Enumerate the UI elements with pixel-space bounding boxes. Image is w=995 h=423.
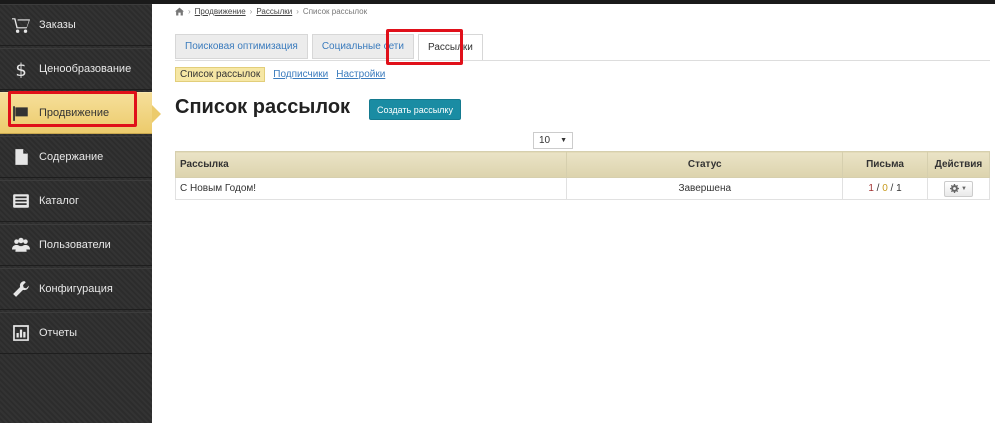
breadcrumb-current: Список рассылок	[302, 7, 368, 16]
column-header-letters[interactable]: Письма	[842, 151, 928, 178]
mailing-name[interactable]: С Новым Годом!	[174, 177, 568, 200]
breadcrumb-separator: ›	[296, 7, 299, 16]
tab-mailings[interactable]: Рассылки	[417, 34, 483, 61]
column-header-status[interactable]: Статус	[566, 151, 844, 178]
document-icon	[12, 148, 30, 166]
mailing-actions: ▼	[926, 177, 991, 200]
subnav-current[interactable]: Список рассылок	[175, 67, 266, 82]
sidebar-item-orders[interactable]: Заказы	[0, 4, 152, 46]
sidebar-item-label: Конфигурация	[39, 283, 113, 295]
caret-down-icon: ▼	[961, 185, 967, 192]
sidebar-item-label: Отчеты	[39, 327, 78, 339]
sidebar-item-label: Ценообразование	[39, 63, 132, 75]
users-icon	[12, 236, 30, 254]
sidebar-item-catalog[interactable]: Каталог	[0, 180, 152, 222]
column-header-actions: Действия	[926, 151, 991, 178]
sidebar-item-pricing[interactable]: $ Ценообразование	[0, 48, 152, 90]
mailing-letters: 1 / 0 / 1	[842, 177, 928, 200]
per-page-select[interactable]: 10 ▼	[533, 132, 573, 149]
letters-total[interactable]: 1	[896, 183, 902, 194]
subnav-link-settings[interactable]: Настройки	[336, 69, 385, 80]
gear-icon	[950, 184, 959, 193]
sidebar-item-configuration[interactable]: Конфигурация	[0, 268, 152, 310]
tab-bar: Поисковая оптимизация Социальные сети Ра…	[175, 34, 487, 61]
sidebar-item-label: Каталог	[39, 195, 79, 207]
sidebar-item-label: Заказы	[39, 19, 76, 31]
column-header-mailing[interactable]: Рассылка	[174, 151, 568, 178]
tab-divider	[175, 60, 990, 61]
create-mailing-button[interactable]: Создать рассылку	[369, 99, 461, 120]
home-icon[interactable]	[175, 7, 184, 16]
sidebar-item-content[interactable]: Содержание	[0, 136, 152, 178]
breadcrumb: › Продвижение › Рассылки › Список рассыл…	[175, 7, 367, 16]
sidebar-item-label: Содержание	[39, 151, 104, 163]
table-row: С Новым Годом! Завершена 1 / 0 / 1 ▼	[174, 177, 991, 200]
chart-icon	[12, 324, 30, 342]
breadcrumb-link-promotion[interactable]: Продвижение	[195, 7, 246, 16]
cart-icon	[12, 16, 30, 34]
sidebar: Заказы $ Ценообразование Продвижение Сод…	[0, 4, 161, 423]
sidebar-item-label: Продвижение	[39, 107, 110, 119]
subnav-link-subscribers[interactable]: Подписчики	[273, 69, 328, 80]
breadcrumb-separator: ›	[249, 7, 253, 16]
letters-sent[interactable]: 1	[868, 183, 874, 194]
per-page-value: 10	[539, 135, 551, 146]
mailing-status: Завершена	[566, 177, 844, 200]
sub-navigation: Список рассылок Подписчики Настройки	[175, 67, 385, 82]
sidebar-item-promotion[interactable]: Продвижение	[0, 92, 161, 134]
letters-pending[interactable]: 0	[882, 183, 888, 194]
tab-social-networks[interactable]: Социальные сети	[311, 34, 414, 59]
tab-seo[interactable]: Поисковая оптимизация	[175, 34, 308, 59]
mailings-table: Рассылка Статус Письма Действия С Новым …	[174, 151, 991, 200]
breadcrumb-separator: ›	[188, 7, 191, 16]
page-title: Список рассылок	[175, 96, 351, 118]
catalog-icon	[12, 192, 30, 210]
actions-dropdown-button[interactable]: ▼	[944, 180, 973, 197]
dollar-icon: $	[12, 60, 30, 78]
wrench-icon	[12, 280, 30, 298]
sidebar-item-reports[interactable]: Отчеты	[0, 312, 152, 354]
sidebar-item-label: Пользователи	[39, 239, 111, 251]
breadcrumb-link-mailings[interactable]: Рассылки	[256, 7, 292, 16]
caret-down-icon: ▼	[560, 137, 567, 144]
table-header-row: Рассылка Статус Письма Действия	[174, 151, 991, 178]
flag-icon	[12, 104, 30, 122]
svg-text:$: $	[15, 60, 26, 78]
sidebar-item-users[interactable]: Пользователи	[0, 224, 152, 266]
